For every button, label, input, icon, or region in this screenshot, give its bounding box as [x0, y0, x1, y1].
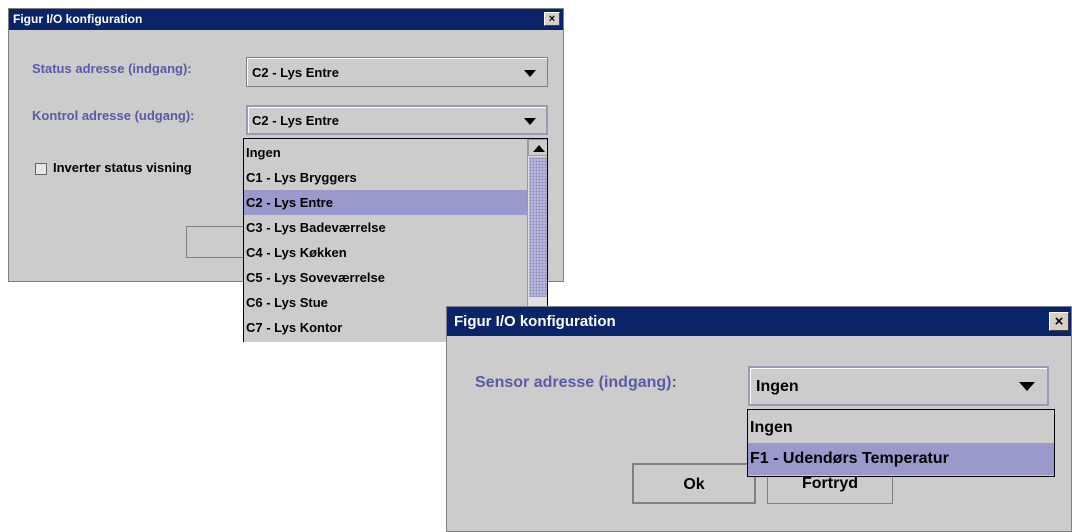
chevron-down-icon — [1019, 382, 1035, 391]
list-item-label: C3 - Lys Badeværrelse — [246, 220, 386, 235]
status-address-dropdown[interactable]: C2 - Lys Entre — [246, 57, 548, 87]
scroll-up-button[interactable] — [528, 139, 547, 156]
chevron-down-icon — [524, 70, 536, 77]
list-item[interactable]: C1 - Lys Bryggers — [244, 165, 527, 190]
scroll-up-icon — [533, 145, 545, 152]
title-bar: Figur I/O konfiguration × — [9, 9, 563, 30]
list-item[interactable]: Ingen — [748, 414, 1054, 441]
close-button[interactable]: × — [544, 12, 560, 26]
scrollbar-thumb[interactable] — [529, 157, 547, 297]
sensor-address-dropdown[interactable]: Ingen — [748, 366, 1049, 406]
list-item-label: C7 - Lys Kontor — [246, 320, 343, 335]
invert-status-checkbox[interactable] — [35, 163, 47, 175]
list-item-label: C6 - Lys Stue — [246, 295, 328, 310]
list-item-label: C4 - Lys Køkken — [246, 245, 347, 260]
list-item[interactable]: C4 - Lys Køkken — [244, 240, 527, 265]
kontrol-address-label: Kontrol adresse (udgang): — [32, 108, 195, 123]
list-item[interactable]: Ingen — [244, 141, 527, 165]
sensor-address-label: Sensor adresse (indgang): — [475, 374, 677, 391]
dialog-title: Figur I/O konfiguration — [454, 313, 616, 330]
ok-button[interactable]: Ok — [632, 463, 756, 504]
list-item[interactable]: C5 - Lys Soveværrelse — [244, 265, 527, 290]
invert-status-label: Inverter status visning — [53, 160, 192, 175]
cancel-label: Fortryd — [802, 475, 858, 492]
list-item-label: C1 - Lys Bryggers — [246, 170, 357, 185]
list-item-label: Ingen — [750, 419, 793, 436]
status-address-label: Status adresse (indgang): — [32, 61, 192, 76]
sensor-address-listbox[interactable]: Ingen F1 - Udendørs Temperatur — [747, 409, 1055, 477]
title-bar: Figur I/O konfiguration × — [447, 307, 1071, 336]
status-address-value: C2 - Lys Entre — [252, 65, 339, 80]
list-item-label: Ingen — [246, 145, 281, 160]
list-item-selected[interactable]: F1 - Udendørs Temperatur — [748, 443, 1054, 475]
list-item-selected[interactable]: C2 - Lys Entre — [244, 190, 527, 215]
list-item-label: F1 - Udendørs Temperatur — [750, 450, 949, 467]
close-icon: × — [1054, 313, 1064, 330]
dialog-title: Figur I/O konfiguration — [13, 12, 143, 26]
list-item-label: C5 - Lys Soveværrelse — [246, 270, 385, 285]
kontrol-address-value: C2 - Lys Entre — [252, 113, 339, 128]
ok-label: Ok — [683, 476, 705, 493]
close-icon: × — [548, 13, 556, 25]
sensor-address-value: Ingen — [756, 378, 799, 395]
close-button[interactable]: × — [1049, 312, 1069, 331]
chevron-down-icon — [524, 118, 536, 125]
list-item-label: C2 - Lys Entre — [246, 195, 333, 210]
list-item[interactable]: C3 - Lys Badeværrelse — [244, 215, 527, 240]
kontrol-address-dropdown[interactable]: C2 - Lys Entre — [246, 105, 548, 135]
